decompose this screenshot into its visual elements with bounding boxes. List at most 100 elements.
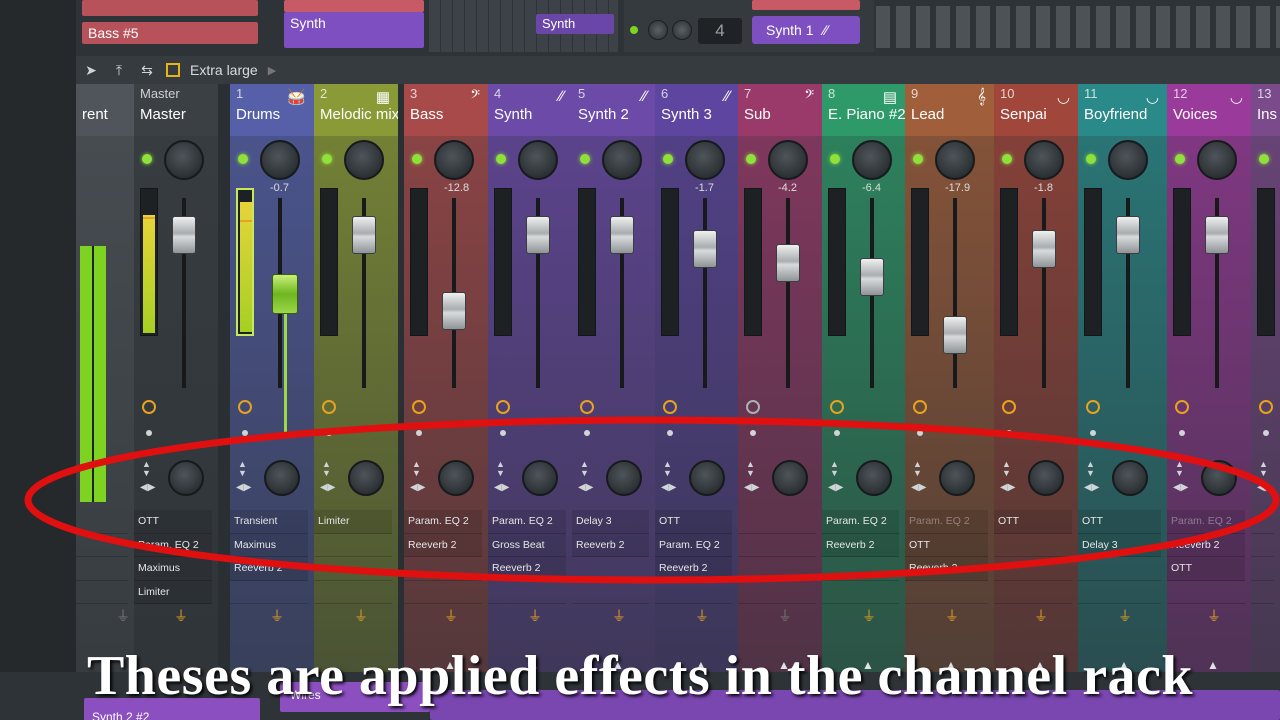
clock-icon[interactable]	[746, 400, 760, 414]
pan-knob[interactable]	[434, 140, 474, 180]
effect-slot[interactable]	[404, 581, 482, 604]
volume-fader[interactable]	[693, 230, 717, 268]
track-enable-led[interactable]	[746, 154, 756, 164]
routing-icon[interactable]: ⏚	[612, 608, 626, 624]
track-header[interactable]: 7 Sub 𝄢	[738, 84, 822, 136]
effect-slot[interactable]	[738, 581, 816, 604]
track-enable-led[interactable]	[412, 154, 422, 164]
pan-knob[interactable]	[685, 140, 725, 180]
routing-icon[interactable]: ⏚	[1118, 608, 1132, 624]
pan-knob[interactable]	[1024, 140, 1064, 180]
step-sequencer[interactable]	[876, 4, 1280, 48]
volume-fader[interactable]	[943, 316, 967, 354]
routing-icon[interactable]: ⏚	[528, 608, 542, 624]
pan-knob[interactable]	[164, 140, 204, 180]
track-header[interactable]: Master Master	[134, 84, 218, 136]
pattern-block[interactable]	[82, 0, 258, 16]
size-icon[interactable]	[166, 63, 180, 77]
dropdown-bird-icon[interactable]: ➤	[82, 62, 100, 78]
mixer-track[interactable]: 12 Voices ◡ ▲ ▼ ◀▶ Param. EQ 2 Reeverb 2 OTT ⏚ ▲	[1167, 84, 1251, 674]
pan-knob[interactable]	[1108, 140, 1148, 180]
track-header[interactable]: rent	[76, 84, 134, 136]
track-enable-led[interactable]	[322, 154, 332, 164]
clock-icon[interactable]	[496, 400, 510, 414]
effect-slot[interactable]	[1251, 581, 1274, 604]
effect-slot[interactable]	[230, 581, 308, 604]
pan-knob[interactable]	[602, 140, 642, 180]
pattern-block-synth-mini[interactable]: Synth	[536, 14, 614, 34]
effect-slot[interactable]	[1078, 581, 1161, 604]
track-header[interactable]: 10 Senpai ◡	[994, 84, 1078, 136]
volume-fader[interactable]	[172, 216, 196, 254]
volume-fader[interactable]	[1032, 230, 1056, 268]
track-enable-led[interactable]	[1175, 154, 1185, 164]
effect-slot[interactable]	[905, 581, 988, 604]
volume-fader[interactable]	[442, 292, 466, 330]
clock-icon[interactable]	[238, 400, 252, 414]
track-header[interactable]: 8 E. Piano #2 ▤	[822, 84, 905, 136]
arm-icon[interactable]: ⤒	[110, 62, 128, 78]
clock-icon[interactable]	[142, 400, 156, 414]
channel-name-button[interactable]: Synth 1 ∕∕	[752, 16, 860, 44]
effect-slot[interactable]	[822, 581, 899, 604]
track-header[interactable]: 11 Boyfriend ◡	[1078, 84, 1167, 136]
track-header[interactable]: 4 Synth ∕∕	[488, 84, 572, 136]
routing-icon[interactable]: ⏚	[174, 608, 188, 624]
mixer-track[interactable]: 7 Sub 𝄢 -4.2 ▲ ▼ ◀▶ ⏚ ▲	[738, 84, 822, 674]
track-enable-led[interactable]	[142, 154, 152, 164]
channel-name-button[interactable]	[752, 0, 860, 10]
clock-icon[interactable]	[322, 400, 336, 414]
track-enable-led[interactable]	[238, 154, 248, 164]
clock-icon[interactable]	[913, 400, 927, 414]
track-header[interactable]: 3 Bass 𝄢	[404, 84, 488, 136]
clock-icon[interactable]	[663, 400, 677, 414]
clock-icon[interactable]	[1175, 400, 1189, 414]
routing-icon[interactable]: ⏚	[1034, 608, 1048, 624]
pattern-block[interactable]	[284, 0, 424, 12]
pan-knob[interactable]	[260, 140, 300, 180]
mixer-track[interactable]: 2 Melodic mix ▦ ▲ ▼ ◀▶ Limiter ⏚	[314, 84, 398, 674]
track-enable-led[interactable]	[913, 154, 923, 164]
routing-icon[interactable]: ⏚	[270, 608, 284, 624]
volume-fader[interactable]	[526, 216, 550, 254]
track-enable-led[interactable]	[1259, 154, 1269, 164]
clock-icon[interactable]	[1002, 400, 1016, 414]
channel-mixer-number[interactable]: 4	[698, 18, 742, 44]
track-header[interactable]: 13 Ins	[1251, 84, 1280, 136]
track-header[interactable]: 12 Voices ◡	[1167, 84, 1251, 136]
pattern-block-bass[interactable]: Bass #5	[82, 22, 258, 44]
volume-fader[interactable]	[1205, 216, 1229, 254]
effect-slot[interactable]: Limiter	[134, 580, 212, 604]
track-enable-led[interactable]	[1086, 154, 1096, 164]
routing-icon[interactable]: ⏚	[1207, 608, 1221, 624]
volume-fader[interactable]	[860, 258, 884, 296]
volume-fader[interactable]	[1116, 216, 1140, 254]
size-label[interactable]: Extra large	[190, 62, 258, 78]
track-enable-led[interactable]	[663, 154, 673, 164]
track-enable-led[interactable]	[496, 154, 506, 164]
routing-icon[interactable]: ⏚	[862, 608, 876, 624]
clock-icon[interactable]	[1086, 400, 1100, 414]
pan-knob[interactable]	[1197, 140, 1237, 180]
track-header[interactable]: 5 Synth 2 ∕∕	[572, 84, 655, 136]
pan-knob[interactable]	[935, 140, 975, 180]
mixer-track[interactable]: 6 Synth 3 ∕∕ -1.7 ▲ ▼ ◀▶ OTT Param. EQ 2 Reeverb …	[655, 84, 738, 674]
effect-slot[interactable]	[655, 581, 732, 604]
effect-slot[interactable]	[1167, 581, 1245, 604]
volume-fader[interactable]	[776, 244, 800, 282]
mixer-track[interactable]: 10 Senpai ◡ -1.8 ▲ ▼ ◀▶ OTT ⏚ ▲	[994, 84, 1078, 674]
mixer-track[interactable]: 8 E. Piano #2 ▤ -6.4 ▲ ▼ ◀▶ Param. EQ 2 Reeverb …	[822, 84, 905, 674]
mixer-track[interactable]: Master Master ▲ ▼ ◀▶ OTT Param. EQ 2 Maximus Lim…	[134, 84, 218, 674]
track-header[interactable]: 2 Melodic mix ▦	[314, 84, 398, 136]
mixer-track[interactable]: 9 Lead 𝄞 -17.9 ▲ ▼ ◀▶ Param. EQ 2 OTT Reeverb 2 ⏚ ▲	[905, 84, 994, 674]
routing-icon[interactable]: ⏚	[778, 608, 792, 624]
clock-icon[interactable]	[580, 400, 594, 414]
routing-icon[interactable]: ⏚	[945, 608, 959, 624]
effect-slot[interactable]	[994, 581, 1072, 604]
track-header[interactable]: 9 Lead 𝄞	[905, 84, 994, 136]
volume-fader[interactable]	[352, 216, 376, 254]
mixer-track[interactable]: 1 Drums 🥁 -0.7 ▲ ▼ ◀▶ Transient Maximus Reeverb 2…	[230, 84, 314, 674]
pan-knob[interactable]	[344, 140, 384, 180]
effect-slot[interactable]	[572, 581, 649, 604]
routing-icon[interactable]: ⏚	[116, 608, 130, 624]
